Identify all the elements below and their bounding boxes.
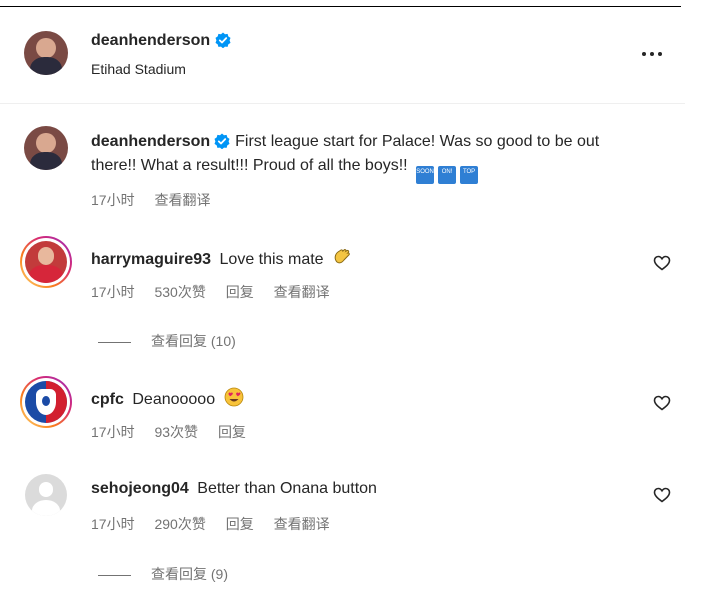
comment-meta: 17小时 530次赞 回复 查看翻译 bbox=[91, 282, 346, 302]
more-horizontal-icon[interactable] bbox=[640, 50, 664, 58]
comment-username[interactable]: sehojeong04 bbox=[91, 480, 189, 497]
comment-username[interactable]: harrymaguire93 bbox=[91, 251, 211, 268]
top-arrow-emoji: TOP bbox=[460, 166, 479, 184]
caption-meta: 17小时 查看翻译 bbox=[91, 190, 226, 210]
like-heart-icon[interactable] bbox=[653, 487, 671, 503]
like-heart-icon[interactable] bbox=[653, 395, 671, 411]
cpfc-crest-avatar bbox=[25, 381, 67, 423]
replies-dash bbox=[98, 341, 131, 343]
post-location[interactable]: Etihad Stadium bbox=[91, 61, 186, 77]
caption-time: 17小时 bbox=[91, 192, 135, 208]
caption-author-username[interactable]: deanhenderson bbox=[91, 133, 210, 150]
view-replies-button[interactable]: 查看回复 (9) bbox=[98, 564, 228, 584]
like-heart-icon[interactable] bbox=[653, 255, 671, 271]
comment-avatar bbox=[25, 241, 67, 283]
comment-avatar[interactable] bbox=[25, 474, 67, 516]
view-replies-label: 查看回复 (9) bbox=[151, 566, 228, 582]
comment-meta: 17小时 93次赞 回复 bbox=[91, 422, 262, 442]
comment-reply-button[interactable]: 回复 bbox=[226, 516, 254, 532]
caption-translate-link[interactable]: 查看翻译 bbox=[154, 192, 210, 208]
post-author-username[interactable]: deanhenderson bbox=[91, 32, 210, 49]
comment-text: Deanooooo bbox=[132, 391, 216, 408]
comment-username[interactable]: cpfc bbox=[91, 391, 124, 408]
comment-meta: 17小时 290次赞 回复 查看翻译 bbox=[91, 514, 346, 534]
top-border bbox=[0, 6, 681, 7]
on-arrow-emoji: ON! bbox=[438, 166, 457, 184]
verified-badge-icon bbox=[215, 32, 231, 48]
comment-avatar-ring[interactable] bbox=[20, 236, 72, 288]
clap-hands-emoji-icon bbox=[334, 249, 350, 264]
post-caption: deanhenderson First league start for Pal… bbox=[91, 130, 641, 184]
comment-likes-count[interactable]: 290次赞 bbox=[154, 516, 205, 532]
view-replies-label: 查看回复 (10) bbox=[151, 333, 236, 349]
caption-author-avatar[interactable] bbox=[24, 126, 68, 170]
view-replies-button[interactable]: 查看回复 (10) bbox=[98, 331, 236, 351]
comment-row: harrymaguire93 Love this mate bbox=[91, 247, 352, 269]
replies-dash bbox=[98, 574, 131, 576]
verified-badge-icon bbox=[214, 133, 230, 149]
comment-row: cpfc Deanooooo bbox=[91, 387, 244, 409]
comment-time: 17小时 bbox=[91, 284, 135, 300]
comment-likes-count[interactable]: 530次赞 bbox=[154, 284, 205, 300]
heart-eyes-emoji-icon bbox=[224, 387, 243, 407]
comment-translate-link[interactable]: 查看翻译 bbox=[274, 516, 330, 532]
comment-text: Love this mate bbox=[219, 251, 324, 268]
soon-arrow-emoji: SOON bbox=[416, 166, 435, 184]
comment-time: 17小时 bbox=[91, 424, 135, 440]
comment-likes-count[interactable]: 93次赞 bbox=[154, 424, 198, 440]
comment-reply-button[interactable]: 回复 bbox=[226, 284, 254, 300]
comment-translate-link[interactable]: 查看翻译 bbox=[274, 284, 330, 300]
comment-avatar-ring[interactable] bbox=[20, 376, 72, 428]
comment-text: Better than Onana button bbox=[197, 480, 377, 497]
post-author: deanhenderson bbox=[91, 32, 231, 50]
comment-time: 17小时 bbox=[91, 516, 135, 532]
header-divider bbox=[0, 103, 685, 104]
post-author-avatar[interactable] bbox=[24, 31, 68, 75]
comment-reply-button[interactable]: 回复 bbox=[218, 424, 246, 440]
comment-row: sehojeong04 Better than Onana button bbox=[91, 480, 377, 498]
